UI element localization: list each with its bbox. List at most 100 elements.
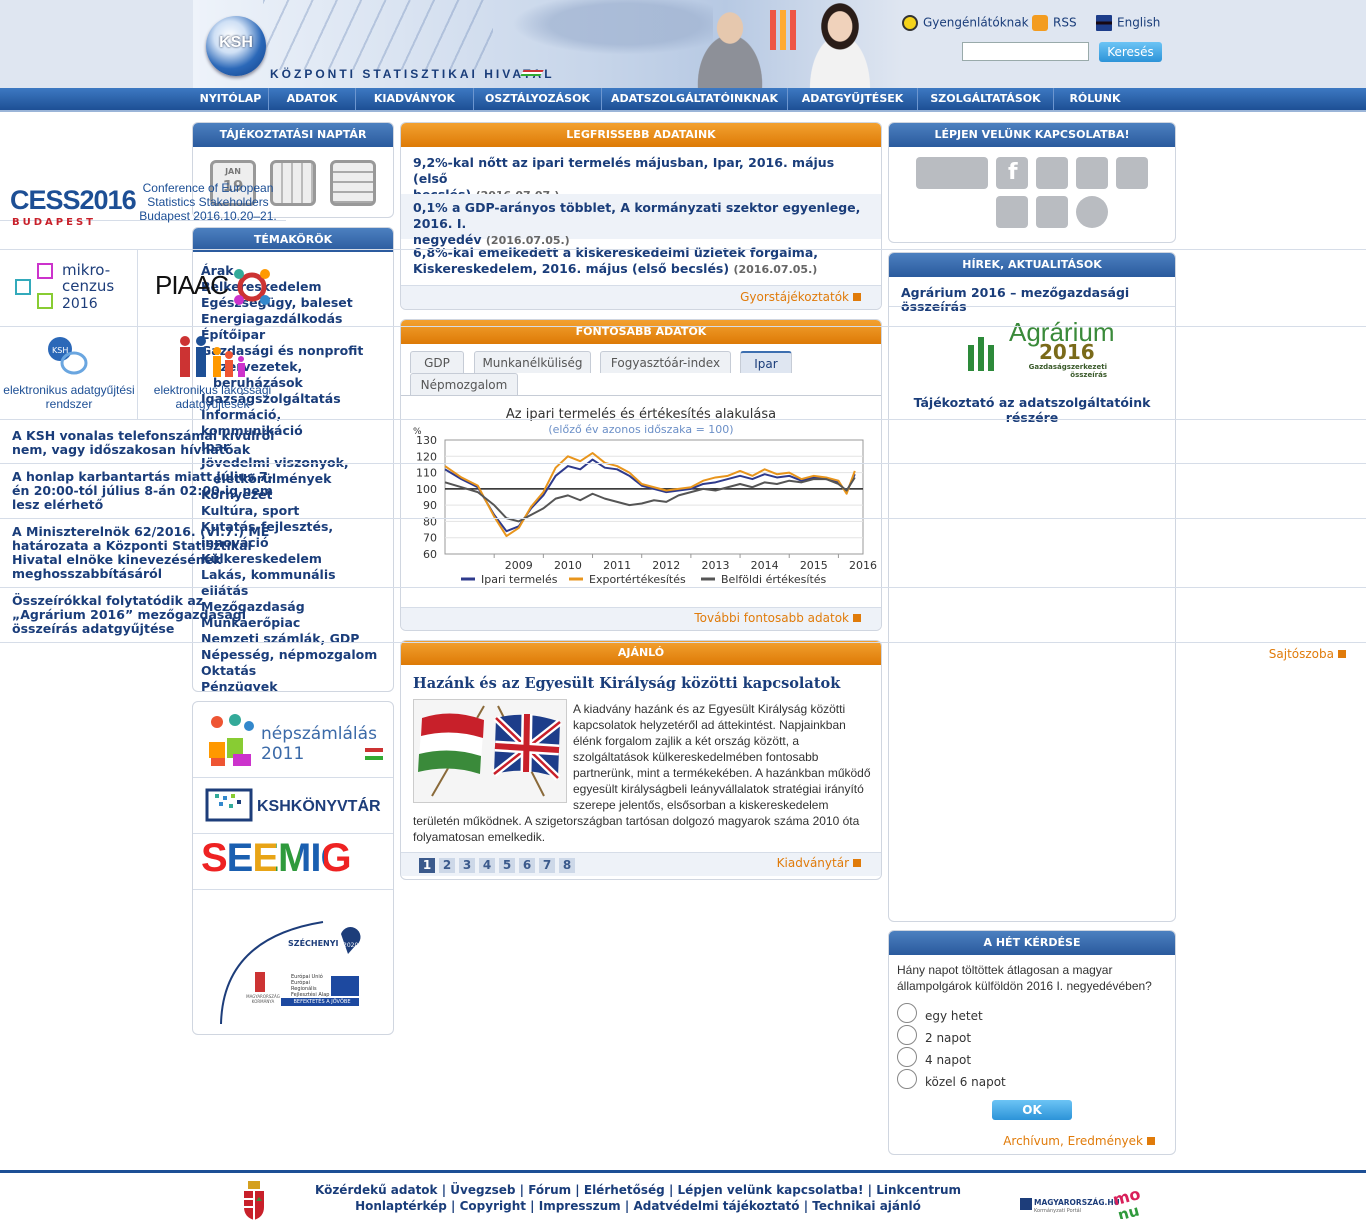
nav-rolunk[interactable]: RÓLUNK [1054,88,1136,110]
calendar-notebook-icon[interactable] [330,160,376,206]
news-item-1[interactable]: A KSH vonalas telefonszámai kívülről nem… [12,429,277,457]
news-item-3[interactable]: A Miniszterelnök 62/2016. (VI.7.) ME hat… [12,525,277,581]
rss-link[interactable]: RSS [1032,15,1077,31]
poll-submit-button[interactable]: OK [992,1100,1072,1120]
chart-legend-label: Belföldi értékesítés [721,573,827,586]
poll-option-radio-2[interactable] [897,1025,917,1045]
kiadvanytar-link[interactable]: Kiadványtár [777,856,861,870]
chart-subtitle: (előző év azonos időszaka = 100) [548,423,733,436]
english-link[interactable]: English [1096,15,1160,31]
footer-link[interactable]: Elérhetőség [584,1183,665,1197]
contact-title: LÉPJEN VELÜNK KAPCSOLATBA! [889,123,1175,147]
konyvtar-banner[interactable]: KSHKÖNYVTÁR [193,778,393,834]
page-number-2[interactable]: 2 [439,858,455,873]
tab-fogyasztoar-index[interactable]: Fogyasztóár-index [600,351,731,373]
seemig-banner[interactable]: SEEMIG [193,834,393,890]
poll-option-radio-3[interactable] [897,1047,917,1067]
sajtoszoba-link[interactable]: Sajtószoba [1269,647,1346,661]
banner-person-woman [790,0,890,88]
recommended-pager: 12345678 [419,858,579,873]
poll-title: A HÉT KÉRDÉSE [889,931,1175,955]
gyorstajekoztatok-link[interactable]: Gyorstájékoztatók [740,290,861,304]
footer-link[interactable]: Honlaptérkép [355,1199,447,1213]
hungarian-coat-of-arms-icon [244,1181,264,1220]
konyvtar-label: KSHKÖNYVTÁR [257,798,381,815]
piaac-label: PIAAC [155,270,229,300]
agrarium-info: Tájékoztató az adatszolgáltatóink részér… [913,395,1151,425]
tovabbi-adatok-link[interactable]: További fontosabb adatok [694,611,861,625]
page-number-4[interactable]: 4 [479,858,495,873]
search-input[interactable] [962,42,1089,61]
footer-link[interactable]: Linkcentrum [876,1183,961,1197]
tab-munkanelkuliseg[interactable]: Munkanélküliség [474,351,591,373]
accessibility-link[interactable]: Gyengénlátóknak [902,15,1029,31]
elektronikus-lakossagi-banner[interactable]: elektronikus lakossági adatgyűjtések [139,327,286,419]
footer-link[interactable]: Adatvédelmi tájékoztató [633,1199,799,1213]
industry-chart: Az ipari termelés és értékesítés alakulá… [413,407,877,586]
nepszamlalas-year: 2011 [261,744,305,764]
cv-search-icon[interactable] [1076,196,1108,228]
agrarium-banner[interactable]: Agrárium 2016 Gazdaságszerkezeti összeír… [889,307,1175,425]
page-number-7[interactable]: 7 [539,858,555,873]
chart-ytick: 120 [416,450,437,463]
magyarorszag-portal-logo[interactable]: MAGYARORSZÁG.HU Kormányzati Portál mo nu [1020,1183,1150,1223]
banner-person-man [680,8,780,88]
forum-people-icon[interactable] [916,157,988,189]
szechenyi-year: 2020 [343,942,359,949]
page-number-1[interactable]: 1 [419,858,435,873]
latest-item-2[interactable]: 0,1% a GDP-arányos többlet, A kormányzat… [413,200,863,249]
topic-item[interactable]: Pénzügyek [201,679,387,691]
tab-nepmozgalom[interactable]: Népmozgalom [410,373,518,395]
map-pin-icon[interactable] [1036,196,1068,228]
news-title: HÍREK, AKTUALITÁSOK [889,253,1175,277]
footer-link[interactable]: Fórum [528,1183,571,1197]
search-button[interactable]: Keresés [1099,42,1162,62]
topic-item[interactable]: Oktatás [201,663,387,679]
footer-link[interactable]: Üvegzseb [450,1183,515,1197]
footer-link[interactable]: Lépjen velünk kapcsolatba! [678,1183,864,1197]
poll-option-radio-1[interactable] [897,1003,917,1023]
page-number-5[interactable]: 5 [499,858,515,873]
twitter-icon[interactable] [1036,157,1068,189]
page-number-8[interactable]: 8 [559,858,575,873]
cess-logo: CESS2016 [10,185,137,215]
youtube-icon[interactable] [996,196,1028,228]
cess-text: Conference of European Statistics Stakeh… [139,181,277,223]
footer-link[interactable]: Copyright [460,1199,526,1213]
footer-link[interactable]: Technikai ajánló [812,1199,921,1213]
nav-szolgaltatasok[interactable]: SZOLGÁLTATÁSOK [918,88,1054,110]
chart-ytick: 110 [416,467,437,480]
news-item-4[interactable]: Összeírókkal folytatódik az „Agrárium 20… [12,594,277,636]
footer-link[interactable]: Közérdekű adatok [315,1183,438,1197]
agrarium-banner[interactable] [0,54,286,221]
tab-ipar[interactable]: Ipar [740,351,792,373]
piaac-banner[interactable]: PIAAC [139,250,286,326]
nav-adatgyujtesek[interactable]: ADATGYŰJTÉSEK [788,88,918,110]
topic-item[interactable]: Népesség, népmozgalom [201,647,387,663]
newsletter-icon[interactable] [1116,157,1148,189]
elektronikus-adatgyujtes-banner[interactable]: KSH elektronikus adatgyűjtési rendszer [0,327,138,419]
chart-xtick: 2015 [800,559,828,572]
footer-link[interactable]: Impresszum [539,1199,621,1213]
uk-flag-icon [1096,15,1112,31]
footer-links-row-2: Honlaptérkép | Copyright | Impresszum | … [355,1199,921,1213]
mikrocenzus-banner[interactable]: mikro-cenzus 2016 [0,250,138,326]
nepszamlalas-banner[interactable]: népszámlálás 2011 [193,702,393,778]
chart-ytick: 100 [416,483,437,496]
page-number-6[interactable]: 6 [519,858,535,873]
szechenyi-banner[interactable]: SZÉCHENYI 2020 Európai Unió Európai Regi… [193,890,393,1034]
facebook-icon[interactable]: f [996,157,1028,189]
cess-banner[interactable]: CESS2016 BUDAPEST Conference of European… [0,167,286,249]
page-number-3[interactable]: 3 [459,858,475,873]
nav-osztalyozasok[interactable]: OSZTÁLYOZÁSOK [474,88,602,110]
recommended-headline[interactable]: Hazánk és az Egyesült Királyság közötti … [413,675,840,692]
nav-adatszolgaltatoinknak[interactable]: ADATSZOLGÁLTATÓINKNAK [602,88,788,110]
poll-option-radio-4[interactable] [897,1069,917,1089]
nav-kiadvanyok[interactable]: KIADVÁNYOK [356,88,474,110]
tab-gdp[interactable]: GDP [410,351,464,373]
portal-sublabel: Kormányzati Portál [1034,1208,1082,1214]
news-item-2[interactable]: A honlap karbantartás miatt július 7-én … [12,470,277,512]
rss-feed-icon[interactable] [1076,157,1108,189]
archivum-link[interactable]: Archívum, Eredmények [1003,1134,1155,1148]
elektronikus1-label: elektronikus adatgyűjtési rendszer [3,383,135,411]
